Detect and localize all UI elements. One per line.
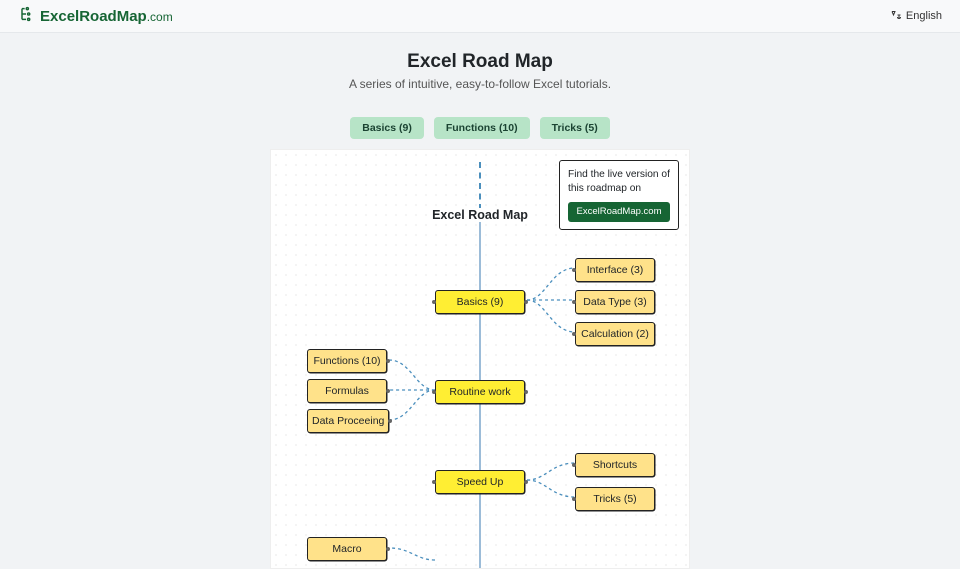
- logo-suffix: .com: [147, 10, 173, 24]
- map-title: Excel Road Map: [428, 208, 532, 222]
- node-functions[interactable]: Functions (10): [307, 349, 387, 373]
- category-chips: Basics (9) Functions (10) Tricks (5): [0, 117, 960, 139]
- site-logo[interactable]: ExcelRoadMap.com: [18, 6, 173, 26]
- node-tricks[interactable]: Tricks (5): [575, 487, 655, 511]
- chip-tricks[interactable]: Tricks (5): [540, 117, 610, 139]
- callout-button[interactable]: ExcelRoadMap.com: [568, 202, 670, 223]
- trunk-dashed: [479, 162, 481, 210]
- list-tree-icon: [18, 6, 34, 26]
- node-shortcuts[interactable]: Shortcuts: [575, 453, 655, 477]
- page-title: Excel Road Map: [0, 51, 960, 73]
- language-label: English: [906, 10, 942, 22]
- node-routine[interactable]: Routine work: [435, 380, 525, 404]
- language-selector[interactable]: English: [890, 9, 942, 24]
- node-basics[interactable]: Basics (9): [435, 290, 525, 314]
- node-formulas[interactable]: Formulas: [307, 379, 387, 403]
- page-subtitle: A series of intuitive, easy-to-follow Ex…: [0, 77, 960, 91]
- node-interface[interactable]: Interface (3): [575, 258, 655, 282]
- callout-box: Find the live version of this roadmap on…: [559, 160, 679, 230]
- hero: Excel Road Map A series of intuitive, ea…: [0, 33, 960, 103]
- globe-icon: [890, 9, 902, 24]
- logo-text: ExcelRoadMap: [40, 8, 147, 25]
- node-macro[interactable]: Macro: [307, 537, 387, 561]
- chip-functions[interactable]: Functions (10): [434, 117, 530, 139]
- chip-basics[interactable]: Basics (9): [350, 117, 424, 139]
- site-header: ExcelRoadMap.com English: [0, 0, 960, 33]
- node-dataproc[interactable]: Data Proceeing: [307, 409, 389, 433]
- node-speedup[interactable]: Speed Up: [435, 470, 525, 494]
- node-calculation[interactable]: Calculation (2): [575, 322, 655, 346]
- callout-text: Find the live version of this roadmap on: [568, 169, 670, 194]
- node-datatype[interactable]: Data Type (3): [575, 290, 655, 314]
- roadmap-canvas: Excel Road Map Basics (9) Routine work S…: [270, 149, 690, 569]
